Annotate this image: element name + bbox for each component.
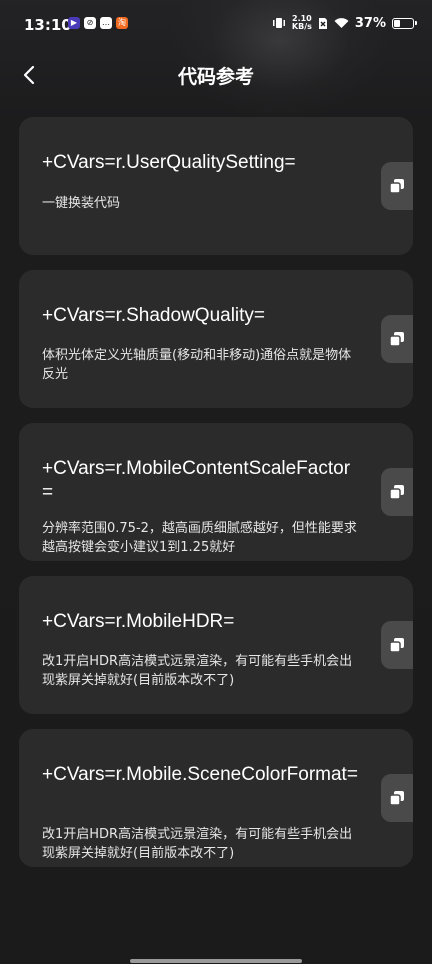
status-app-icons: ▶ ⊘ … 淘 — [68, 17, 128, 29]
home-indicator[interactable] — [130, 959, 302, 963]
vibrate-icon — [272, 18, 285, 28]
code-text: +CVars=r.UserQualitySetting= — [42, 152, 296, 173]
copy-icon — [389, 179, 404, 194]
copy-icon — [389, 485, 404, 500]
code-card: +CVars=r.MobileHDR= 改1开启HDR高洁模式远景渲染，有可能有… — [19, 576, 413, 714]
code-card: +CVars=r.ShadowQuality= 体积光体定义光轴质量(移动和非移… — [19, 270, 413, 408]
code-description: 分辨率范围0.75-2，越高画质细腻感越好，但性能要求越高按键会变小建议1到1.… — [42, 521, 357, 555]
copy-button[interactable] — [381, 468, 413, 516]
code-description: 一键换装代码 — [42, 196, 121, 211]
copy-button[interactable] — [381, 315, 413, 363]
code-card-list: +CVars=r.UserQualitySetting= 一键换装代码 +CVa… — [19, 117, 413, 882]
code-text: +CVars=r.ShadowQuality= — [42, 305, 266, 326]
status-bar: 13:10 ▶ ⊘ … 淘 2.10 KB/s 37% — [0, 0, 432, 52]
battery-icon — [392, 17, 417, 29]
page-title: 代码参考 — [177, 66, 254, 88]
code-description: 改1开启HDR高洁模式远景渲染，有可能有些手机会出现紫屏关掉就好(目前版本改不了… — [42, 654, 353, 688]
copy-icon — [389, 332, 404, 347]
copy-button[interactable] — [381, 621, 413, 669]
code-card: +CVars=r.Mobile.SceneColorFormat= 改1开启HD… — [19, 729, 413, 867]
header: 代码参考 — [0, 52, 432, 98]
screen: 13:10 ▶ ⊘ … 淘 2.10 KB/s 37% 代码参考 +CVars=… — [0, 0, 432, 964]
copy-button[interactable] — [381, 162, 413, 210]
message-app-icon: … — [100, 17, 112, 29]
code-text: +CVars=r.MobileContentScaleFactor= — [42, 458, 351, 503]
wifi-icon — [334, 18, 349, 28]
code-card: +CVars=r.MobileContentScaleFactor= 分辨率范围… — [19, 423, 413, 561]
store-app-icon: 淘 — [116, 17, 128, 29]
code-text: +CVars=r.MobileHDR= — [42, 611, 235, 632]
status-indicators: 2.10 KB/s 37% — [272, 15, 417, 31]
net-speed-unit: KB/s — [291, 22, 312, 31]
code-description: 改1开启HDR高洁模式远景渲染，有可能有些手机会出现紫屏关掉就好(目前版本改不了… — [42, 827, 353, 861]
media-player-icon: ▶ — [68, 17, 80, 29]
link-app-icon: ⊘ — [84, 17, 96, 29]
battery-percent: 37% — [354, 15, 386, 31]
net-speed: 2.10 KB/s — [292, 15, 312, 31]
code-card: +CVars=r.UserQualitySetting= 一键换装代码 — [19, 117, 413, 255]
no-sim-icon — [318, 17, 327, 29]
copy-button[interactable] — [381, 774, 413, 822]
status-time: 13:10 — [24, 16, 72, 34]
battery-fill — [394, 19, 400, 27]
code-text: +CVars=r.Mobile.SceneColorFormat= — [42, 764, 358, 785]
code-description: 体积光体定义光轴质量(移动和非移动)通俗点就是物体反光 — [42, 348, 352, 382]
copy-icon — [389, 791, 404, 806]
copy-icon — [389, 638, 404, 653]
battery-tip — [415, 20, 417, 25]
